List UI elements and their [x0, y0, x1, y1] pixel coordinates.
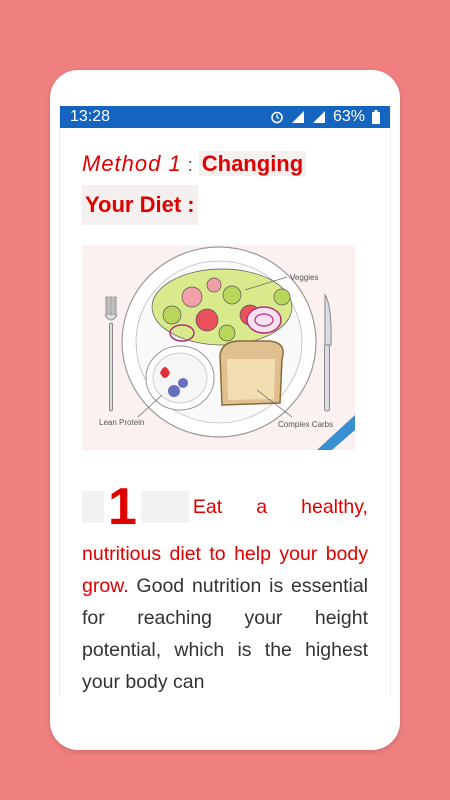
- word: healthy,: [301, 495, 368, 518]
- salad: [151, 268, 293, 346]
- step-header: 1 Eat a healthy,: [82, 476, 368, 538]
- method-label: Method 1: [82, 151, 182, 176]
- step-box-left: [82, 491, 104, 523]
- step-first-line: Eat a healthy,: [193, 496, 368, 519]
- heading-part2: Your Diet :: [82, 185, 198, 225]
- label-protein: Lean Protein: [99, 418, 144, 427]
- word: Eat: [192, 495, 223, 518]
- toast: [219, 340, 284, 406]
- signal-icon: [312, 111, 325, 123]
- battery-percent: 63%: [332, 108, 365, 125]
- word: a: [256, 495, 268, 518]
- alarm-icon: [271, 111, 283, 124]
- heading-colon: :: [187, 155, 193, 175]
- plate-drawing: Veggies Lean Protein Complex Carbs: [99, 246, 355, 450]
- diet-illustration: Veggies Lean Protein Complex Carbs: [82, 245, 355, 450]
- heading-part1: Changing: [198, 151, 307, 176]
- status-icons: 63%: [270, 108, 380, 126]
- knife-icon: [324, 293, 332, 412]
- method-heading: Method 1: Changing Your Diet :: [82, 144, 368, 225]
- status-bar: 13:28 63%: [60, 106, 390, 128]
- signal-icon: [291, 111, 304, 123]
- status-time: 13:28: [70, 108, 111, 125]
- fork-icon: [104, 296, 118, 412]
- screen: 13:28 63% Method 1:Changing Your Diet :: [59, 106, 391, 696]
- label-carbs: Complex Carbs: [278, 420, 333, 429]
- step-number: 1: [108, 478, 137, 536]
- label-veggies: Veggies: [290, 273, 318, 282]
- step-text: nutritious diet to help your body grow. …: [82, 538, 368, 696]
- battery-icon: [372, 110, 380, 124]
- step-box-right: [140, 491, 189, 523]
